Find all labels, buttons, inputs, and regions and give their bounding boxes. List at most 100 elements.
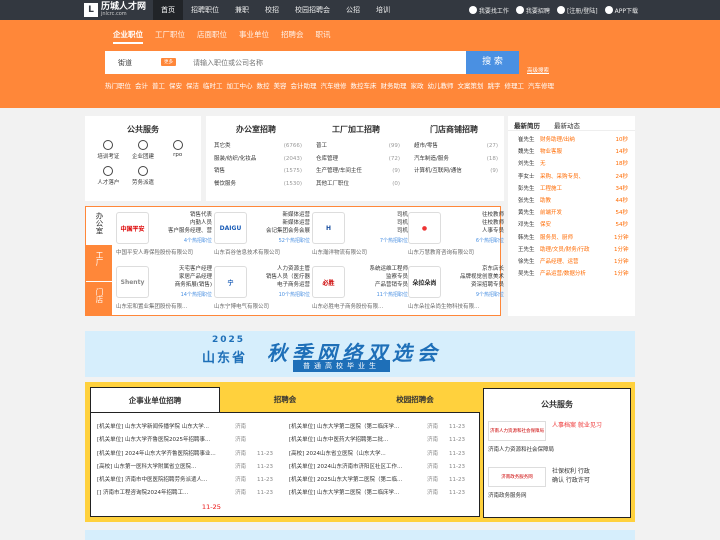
resume-row[interactable]: 韩先生 服务员、厨师 1分钟 bbox=[518, 232, 629, 244]
company-name[interactable]: 山东宏和置业集团股份有限... bbox=[116, 302, 212, 310]
recruit-row[interactable]: [高校] 山东第一医科大学附属省立医院... 济南 11-23 bbox=[97, 461, 285, 474]
job-title[interactable]: 销售代表 bbox=[154, 211, 212, 219]
recruit-row[interactable]: [] 济南市工程咨询院2024年招聘工... 济南 11-23 bbox=[97, 487, 285, 500]
job-title[interactable]: 监察专员 bbox=[350, 273, 408, 281]
tab-enterprise[interactable]: 企业职位 bbox=[113, 29, 143, 44]
company-name[interactable]: 中国平安人寿保险股份有限公司 bbox=[116, 248, 212, 256]
category-row[interactable]: 销售 (1575) bbox=[206, 165, 306, 178]
service-teambuilding[interactable]: 企业团建 bbox=[126, 140, 161, 160]
job-title[interactable]: 新媒体运营 bbox=[252, 211, 310, 219]
resume-row[interactable]: 王先生 助理/文员/财务/行政 1分钟 bbox=[518, 244, 629, 256]
company-name[interactable]: 山东宁博电气有限公司 bbox=[214, 302, 310, 310]
tab-enterprise-recruit[interactable]: 企事业单位招聘 bbox=[90, 387, 220, 412]
app-download-link[interactable]: APP下载 bbox=[604, 6, 638, 15]
featured-company[interactable]: DAIGU 新媒体运营 新媒体运营 会记集团会务会展 52个热招职位 山东百谷信息技… bbox=[214, 211, 310, 256]
hot-job-link[interactable]: 美容 bbox=[274, 82, 287, 90]
job-title[interactable]: 系统运维工程师 bbox=[350, 265, 408, 273]
nav-campus-fair[interactable]: 校园招聘会 bbox=[287, 0, 338, 20]
recruit-row[interactable]: [机关单位] 山东大学齐鲁医院2025年招聘事... 济南 11-25 bbox=[97, 434, 285, 511]
resume-row[interactable]: 黄先生 前端开发 54秒 bbox=[518, 207, 628, 219]
recruit-row[interactable]: [机关单位] 山东大学第二医院（第二临床学... 济南 11-23 bbox=[289, 421, 477, 434]
featured-company[interactable]: 必胜 系统运维工程师 监察专员 产品营销专员 11个热招职位 山东必胜电子商务股份有… bbox=[312, 265, 408, 310]
hot-job-link[interactable]: 普工 bbox=[152, 82, 165, 90]
job-title[interactable]: 会记集团会务会展 bbox=[252, 227, 310, 235]
job-title[interactable]: 商务拓展(销售) bbox=[154, 281, 212, 289]
tab-campus-fairs[interactable]: 校园招聘会 bbox=[350, 387, 480, 412]
nav-training[interactable]: 培训 bbox=[368, 0, 398, 20]
login-link[interactable]: [注册/登陆] bbox=[556, 6, 598, 15]
resume-row[interactable]: 彭先生 工程施工 34秒 bbox=[518, 183, 628, 195]
category-row[interactable]: 计算机/互联网/通信 (9) bbox=[406, 165, 502, 178]
nav-home[interactable]: 首页 bbox=[153, 0, 183, 20]
label-office[interactable]: 办公室 bbox=[86, 209, 112, 245]
category-row[interactable]: 汽车制造/服务 (18) bbox=[406, 153, 502, 166]
category-row[interactable]: 餐饮服务 (1530) bbox=[206, 178, 306, 191]
hot-job-link[interactable]: 会计 bbox=[135, 82, 148, 90]
resume-row[interactable]: 张先生 助教 44秒 bbox=[518, 195, 628, 207]
recruit-row[interactable]: [机关单位] 山东中医药大学招聘第二批... 济南 11-23 bbox=[289, 434, 477, 447]
hot-job-link[interactable]: 加工中心 bbox=[227, 82, 253, 90]
job-title[interactable]: 天宅客户经理 bbox=[154, 265, 212, 273]
label-factory[interactable]: 工厂 bbox=[86, 245, 112, 281]
hot-job-link[interactable]: 修理工 bbox=[505, 82, 525, 90]
hot-job-link[interactable]: 财务助理 bbox=[381, 82, 407, 90]
hot-job-link[interactable]: 汽车维修 bbox=[321, 82, 347, 90]
job-title[interactable]: 新媒体运营 bbox=[252, 219, 310, 227]
featured-company[interactable]: Shenty 天宅客户经理 家居产品经理 商务拓展(销售) 14个热招职位 山东宏和… bbox=[116, 265, 212, 310]
tab-factory[interactable]: 工厂职位 bbox=[155, 29, 185, 44]
resume-row[interactable]: 徐先生 产品经理、运营 1分钟 bbox=[518, 256, 629, 268]
job-title[interactable]: 司机 bbox=[350, 211, 408, 219]
hot-job-link[interactable]: 家政 bbox=[411, 82, 424, 90]
job-title[interactable]: 家居产品经理 bbox=[154, 273, 212, 281]
hot-job-link[interactable]: 临时工 bbox=[203, 82, 223, 90]
hot-job-link[interactable]: 文案策划 bbox=[458, 82, 484, 90]
resume-row[interactable]: 刘先生无 18秒 bbox=[518, 158, 628, 170]
job-title[interactable]: 销售人员（医疗器 bbox=[252, 273, 310, 281]
hot-job-link[interactable]: 保安 bbox=[169, 82, 182, 90]
nav-public-recruit[interactable]: 公招 bbox=[338, 0, 368, 20]
service-dispatch[interactable]: 劳务派遣 bbox=[126, 166, 161, 186]
job-title[interactable]: 产品营销专员 bbox=[350, 281, 408, 289]
search-input[interactable] bbox=[193, 51, 465, 74]
company-name[interactable]: 山东瀚洋物流有限公司 bbox=[312, 248, 408, 256]
hot-job-link[interactable]: 数控 bbox=[257, 82, 270, 90]
featured-company[interactable]: H 司机 司机 司机 7个热招职位 山东瀚洋物流有限公司 bbox=[312, 211, 408, 256]
tab-job-fair[interactable]: 招聘会 bbox=[281, 29, 304, 44]
resume-row[interactable]: 魏先生 物业客服 14秒 bbox=[518, 146, 628, 158]
company-name[interactable]: 山东百谷信息技术有限公司 bbox=[214, 248, 310, 256]
hot-job-link[interactable]: 跳字 bbox=[488, 82, 501, 90]
job-title[interactable]: 人力资源主管 bbox=[252, 265, 310, 273]
tab-news[interactable]: 职讯 bbox=[316, 29, 331, 44]
recruit-row[interactable]: [机关单位] 山东大学新闻传播学院 山东大学... 济南 11-25 bbox=[97, 421, 285, 511]
job-title[interactable]: 往校教师 bbox=[446, 219, 504, 227]
company-name[interactable]: 山东朵拉朵尚生物科技有限... bbox=[408, 302, 504, 310]
resume-row[interactable]: 崔先生 财务助理/出纳 10秒 bbox=[518, 134, 628, 146]
category-row[interactable]: 其他工厂职位 (0) bbox=[308, 178, 404, 191]
service-training[interactable]: 培训考证 bbox=[91, 140, 126, 160]
nav-campus[interactable]: 校招 bbox=[257, 0, 287, 20]
hot-job-link[interactable]: 幼儿教师 bbox=[428, 82, 454, 90]
site-logo[interactable]: L 历城人才网 jnlcrc.com bbox=[84, 2, 146, 18]
tab-latest-news[interactable]: 最新动态 bbox=[554, 120, 580, 130]
job-title[interactable]: 京东店长 bbox=[446, 265, 504, 273]
tab-institution[interactable]: 事业单位 bbox=[239, 29, 269, 44]
category-row[interactable]: 普工 (99) bbox=[308, 140, 404, 153]
category-row[interactable]: 服装/纺织/化妆品 (2043) bbox=[206, 153, 306, 166]
tab-shop[interactable]: 店面职位 bbox=[197, 29, 227, 44]
job-title[interactable]: 品牌视觉创意美术 bbox=[446, 273, 504, 281]
job-title[interactable]: 往校教师 bbox=[446, 211, 504, 219]
recruit-row[interactable]: [机关单位] 山东大学第二医院（第二临床学... 济南 11-23 bbox=[289, 487, 477, 500]
recruit-row[interactable]: [高校] 2024山东省立医院（山东大学... 济南 11-23 bbox=[289, 448, 477, 461]
label-shop[interactable]: 门店 bbox=[86, 281, 112, 315]
category-row[interactable]: 生产管理/车间主任 (9) bbox=[308, 165, 404, 178]
area-more-badge[interactable]: 更多 bbox=[161, 58, 176, 66]
advanced-search-link[interactable]: 高级搜索 bbox=[527, 66, 549, 74]
resume-row[interactable]: 李女士 采购、采购专员、 24秒 bbox=[518, 171, 628, 183]
category-row[interactable]: 其它类 (6766) bbox=[206, 140, 306, 153]
resume-row[interactable]: 邓先生 保安 54秒 bbox=[518, 219, 628, 231]
recruit-row[interactable]: [机关单位] 2024山东济南市济阳区社区工作... 济南 11-23 bbox=[289, 461, 477, 474]
service-rpo[interactable]: rpo bbox=[160, 140, 195, 160]
job-title[interactable]: 客户服务经理、营 bbox=[154, 227, 212, 235]
recruit-row[interactable]: [机关单位] 济南市中医医院招聘劳务派遣人... 济南 11-23 bbox=[97, 474, 285, 487]
search-button[interactable]: 搜 索 bbox=[466, 51, 519, 74]
